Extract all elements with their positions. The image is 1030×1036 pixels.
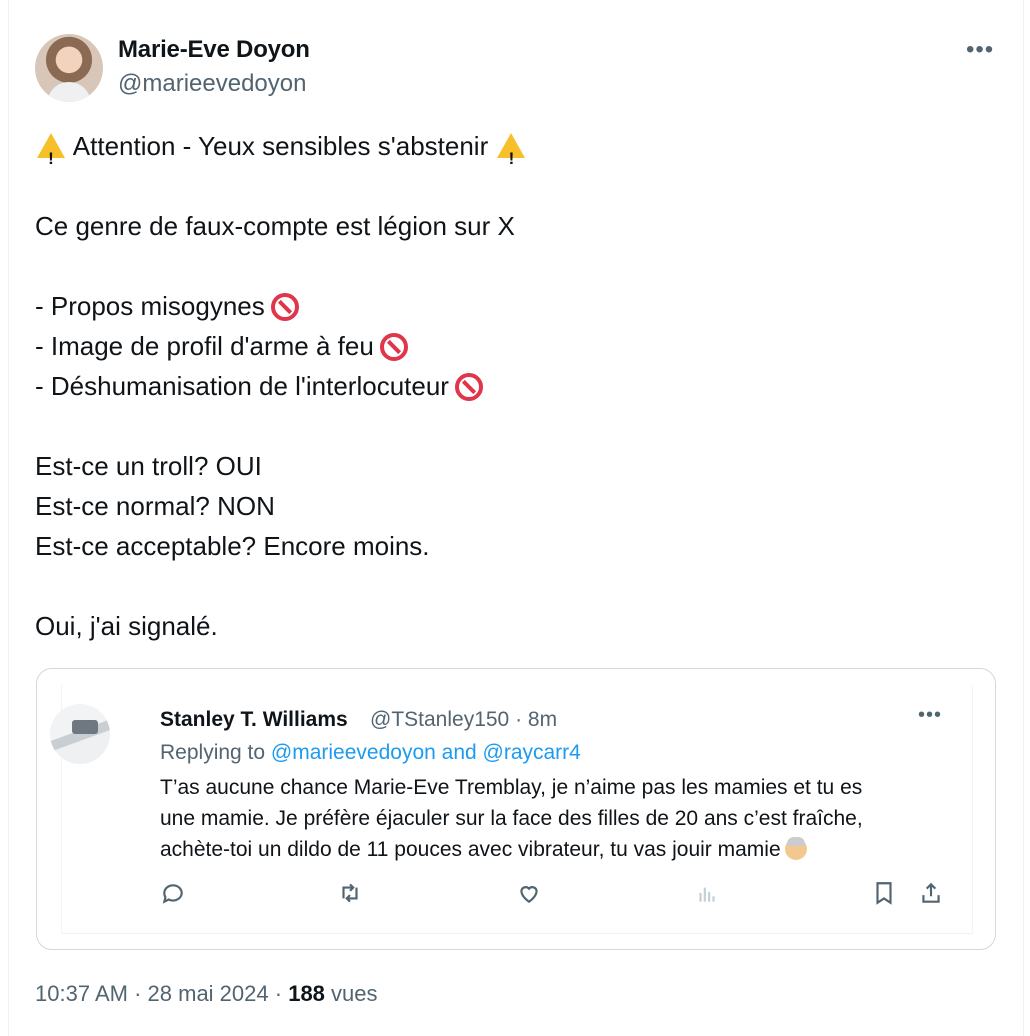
- tweet-time[interactable]: 10:37 AM: [35, 981, 128, 1006]
- bookmark-icon: [871, 880, 901, 910]
- tweet-text: Attention - Yeux sensibles s'abstenir Ce…: [35, 126, 975, 646]
- text-line: Ce genre de faux-compte est légion sur X: [35, 211, 515, 241]
- more-icon[interactable]: •••: [966, 36, 994, 64]
- warning-icon: [37, 133, 65, 179]
- separator: ·: [134, 981, 142, 1006]
- text-line: - Déshumanisation de l'interlocuteur: [35, 371, 449, 401]
- tweet-footer: 10:37 AM · 28 mai 2024 · 188 vues: [35, 981, 378, 1007]
- views-label: vues: [331, 981, 378, 1006]
- author-name[interactable]: Marie-Eve Doyon: [118, 36, 310, 64]
- quoted-replying-to: Replying to @marieevedoyon and @raycarr4: [160, 741, 581, 765]
- quoted-avatar: [50, 704, 110, 764]
- retweet-icon: [337, 880, 367, 910]
- text-line: Est-ce acceptable? Encore moins.: [35, 531, 430, 561]
- avatar[interactable]: [35, 34, 103, 102]
- separator: ·: [274, 981, 283, 1006]
- reply-icon: [160, 880, 190, 910]
- quoted-text: T’as aucune chance Marie-Eve Tremblay, j…: [160, 772, 950, 865]
- share-icon: [918, 880, 948, 910]
- quoted-time: · 8m: [515, 708, 558, 731]
- quoted-text-line: T’as aucune chance Marie-Eve Tremblay, j…: [160, 776, 863, 799]
- author-handle[interactable]: @marieevedoyon: [118, 70, 306, 98]
- quoted-more-icon: •••: [918, 704, 943, 726]
- text-line: - Image de profil d'arme à feu: [35, 331, 374, 361]
- warning-icon: [497, 133, 526, 179]
- quoted-text-line: une mamie. Je préfère éjaculer sur la fa…: [160, 807, 863, 830]
- no-entry-icon: [379, 333, 408, 361]
- text-line: Est-ce normal? NON: [35, 491, 275, 521]
- no-entry-icon: [454, 373, 483, 401]
- replying-prefix: Replying to: [160, 741, 266, 764]
- no-entry-icon: [270, 293, 299, 321]
- text-line: - Propos misogynes: [35, 291, 265, 321]
- views-count: 188: [288, 981, 325, 1006]
- replying-mentions: @marieevedoyon and @raycarr4: [270, 741, 581, 764]
- like-icon: [516, 880, 546, 910]
- text-line: Oui, j'ai signalé.: [35, 611, 218, 641]
- text-line: Attention - Yeux sensibles s'abstenir: [72, 131, 489, 161]
- text-line: Est-ce un troll? OUI: [35, 451, 262, 481]
- tweet-date[interactable]: 28 mai 2024: [148, 981, 269, 1006]
- quoted-text-line: achète-toi un dildo de 11 pouces avec vi…: [160, 838, 781, 861]
- quoted-handle: @TStanley150: [370, 708, 510, 731]
- views-icon: [694, 880, 724, 910]
- quoted-author-name: Stanley T. Williams: [160, 708, 348, 731]
- quoted-handle-time: @TStanley150 · 8m: [370, 708, 557, 732]
- older-woman-icon: [784, 837, 807, 860]
